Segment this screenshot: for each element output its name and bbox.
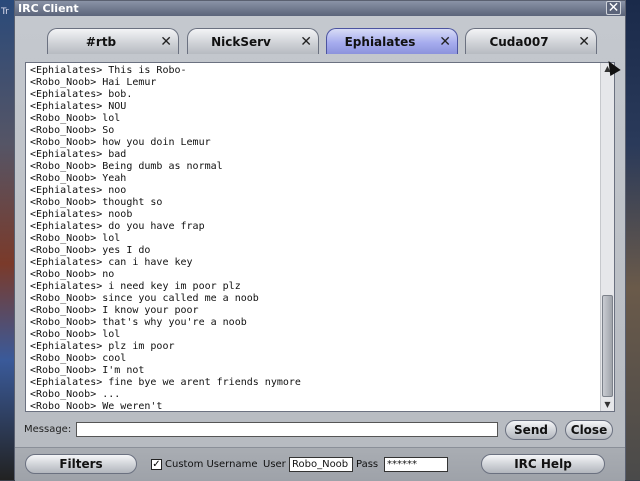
password-field[interactable]: ******: [384, 457, 448, 472]
chat-line: <Ephialates> i need key im poor plz: [30, 281, 241, 292]
tab-close-icon[interactable]: ✕: [439, 29, 451, 55]
irc-client-window: IRC Client ✕ #rtb ✕ NickServ ✕ Ephialate…: [14, 0, 626, 481]
send-button[interactable]: Send: [505, 420, 557, 440]
window-close-icon[interactable]: ✕: [606, 1, 621, 15]
chat-line: <Ephialates> can i have key: [30, 257, 193, 268]
chat-line: <Robo_Noob> I'm not: [30, 365, 145, 376]
tab-close-icon[interactable]: ✕: [160, 29, 172, 55]
chat-line: <Robo_Noob> We weren't: [30, 401, 163, 410]
chat-line: <Ephialates> do you have frap: [30, 221, 205, 232]
custom-username-checkbox[interactable]: ✓: [151, 459, 162, 470]
user-label: User: [263, 459, 286, 470]
game-background-text: Tr: [1, 7, 9, 17]
chat-line: <Ephialates> noob: [30, 209, 133, 220]
chat-line: <Robo_Noob> Hai Lemur: [30, 77, 157, 88]
chat-line: <Ephialates> bad: [30, 149, 127, 160]
chat-line: <Ephialates> This is Robo-: [30, 65, 187, 76]
game-background-left: [0, 0, 14, 480]
chat-line: <Robo_Noob> how you doin Lemur: [30, 137, 211, 148]
irc-help-button[interactable]: IRC Help: [481, 454, 605, 474]
chat-line: <Robo_Noob> ...: [30, 389, 121, 400]
chat-lines: <Ephialates> This is Robo- <Robo_Noob> Ha…: [30, 65, 598, 410]
chat-line: <Robo_Noob> I know your poor: [30, 305, 199, 316]
chat-line: <Robo_Noob> Yeah: [30, 173, 127, 184]
window-title: IRC Client: [18, 2, 79, 15]
chat-scrollbar[interactable]: ▲ ▼: [600, 63, 614, 411]
window-body: #rtb ✕ NickServ ✕ Ephialates ✕ Cuda007 ✕…: [15, 16, 625, 481]
title-bar[interactable]: IRC Client ✕: [15, 1, 625, 16]
channel-tabs: #rtb ✕ NickServ ✕ Ephialates ✕ Cuda007 ✕: [47, 28, 607, 54]
chat-line: <Ephialates> fine bye we arent friends n…: [30, 377, 301, 388]
close-button[interactable]: Close: [565, 420, 613, 440]
tab-rtb[interactable]: #rtb ✕: [47, 28, 179, 54]
tab-label: NickServ: [211, 35, 271, 49]
chat-line: <Ephialates> NOU: [30, 101, 127, 112]
chat-line: <Robo_Noob> lol: [30, 329, 121, 340]
chat-log[interactable]: <Ephialates> This is Robo- <Robo_Noob> Ha…: [25, 62, 615, 412]
chat-line: <Robo_Noob> since you called me a noob: [30, 293, 259, 304]
message-input[interactable]: [76, 422, 498, 437]
message-label: Message:: [24, 424, 72, 435]
chat-line: <Ephialates> noo: [30, 185, 127, 196]
tab-ephialates[interactable]: Ephialates ✕: [326, 28, 458, 54]
chat-line: <Ephialates> bob.: [30, 89, 133, 100]
tab-label: #rtb: [85, 35, 117, 49]
chat-line: <Robo_Noob> thought so: [30, 197, 163, 208]
custom-username-label: Custom Username: [165, 459, 258, 470]
scroll-down-icon[interactable]: ▼: [601, 399, 614, 411]
tab-nickserv[interactable]: NickServ ✕: [187, 28, 319, 54]
chat-line: <Ephialates> plz im poor: [30, 341, 175, 352]
chat-line: <Robo_Noob> yes I do: [30, 245, 151, 256]
tab-label: Ephialates: [344, 35, 416, 49]
chat-line: <Robo_Noob> So: [30, 125, 115, 136]
filters-button[interactable]: Filters: [25, 454, 137, 474]
chat-line: <Robo_Noob> lol: [30, 113, 121, 124]
chat-line: <Robo_Noob> cool: [30, 353, 127, 364]
tab-close-icon[interactable]: ✕: [578, 29, 590, 55]
scrollbar-thumb[interactable]: [602, 295, 613, 397]
game-background-right: [626, 0, 640, 480]
tab-cuda007[interactable]: Cuda007 ✕: [465, 28, 597, 54]
pass-label: Pass: [356, 459, 379, 470]
chat-line: <Robo_Noob> no: [30, 269, 115, 280]
chat-line: <Robo_Noob> Being dumb as normal: [30, 161, 223, 172]
tab-close-icon[interactable]: ✕: [300, 29, 312, 55]
username-field[interactable]: Robo_Noob: [289, 457, 353, 472]
chat-line: <Robo_Noob> lol: [30, 233, 121, 244]
chat-line: <Robo_Noob> that's why you're a noob: [30, 317, 247, 328]
tab-label: Cuda007: [489, 35, 549, 49]
